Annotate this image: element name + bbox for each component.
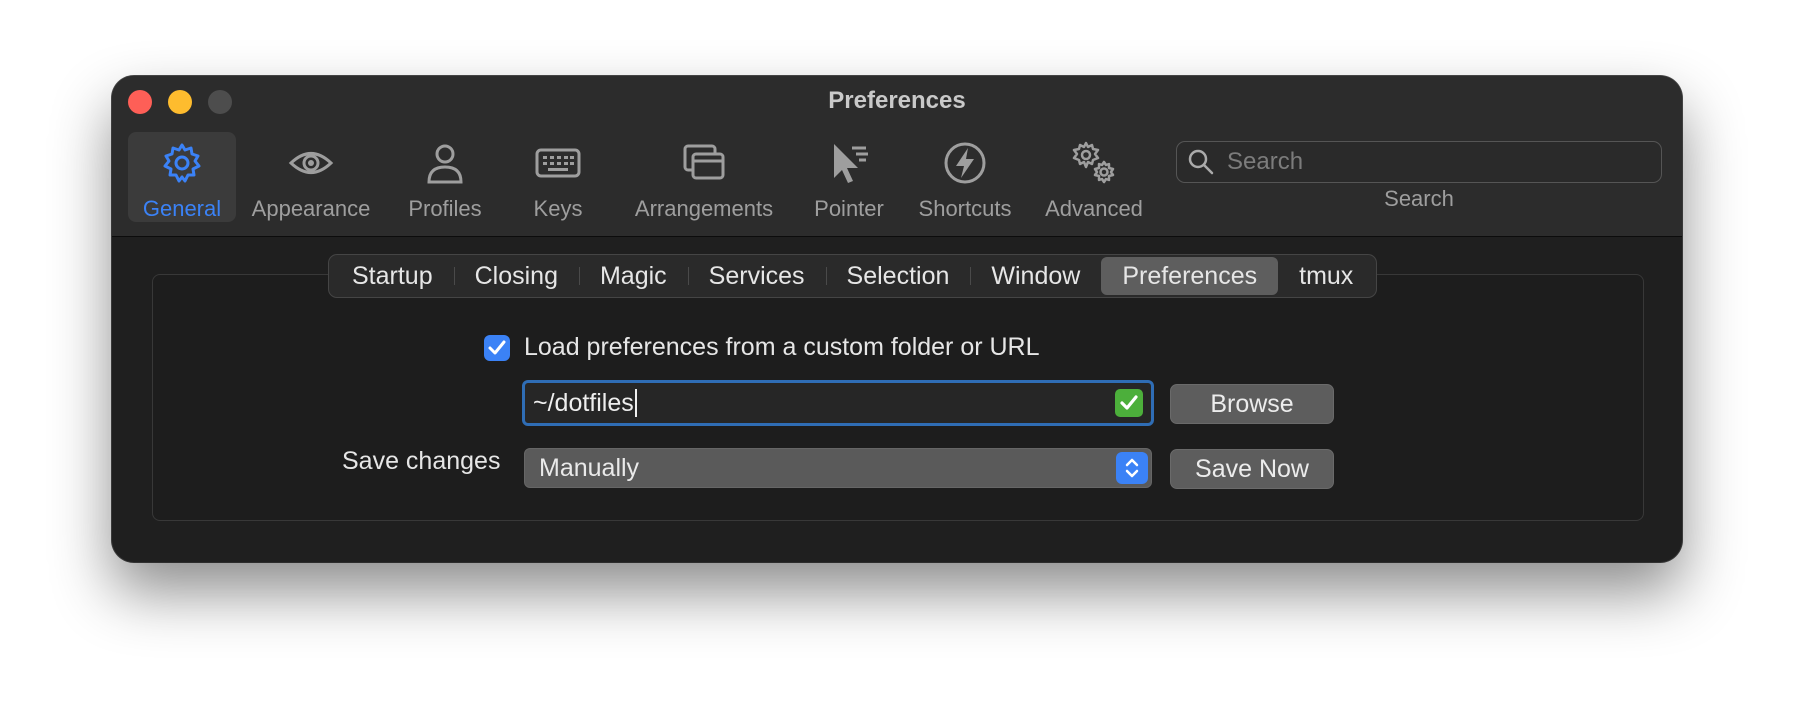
load-custom-label: Load preferences from a custom folder or…	[524, 333, 1040, 361]
search-caption: Search	[1384, 186, 1454, 211]
toolbar-item-label: Appearance	[251, 196, 371, 221]
toolbar-item-profiles[interactable]: Profiles	[402, 132, 488, 222]
person-icon	[427, 144, 463, 184]
keyboard-icon	[535, 148, 581, 178]
tab-closing[interactable]: Closing	[453, 257, 579, 295]
tab-tmux[interactable]: tmux	[1278, 257, 1374, 295]
tab-startup[interactable]: Startup	[331, 257, 454, 295]
search-input[interactable]	[1225, 147, 1649, 177]
toolbar-item-pointer[interactable]: Pointer	[806, 132, 892, 222]
custom-folder-value: ~/dotfiles	[533, 388, 634, 417]
toolbar: Preferences General Appearance Profiles …	[112, 76, 1682, 237]
save-now-button[interactable]: Save Now	[1170, 449, 1334, 489]
valid-check-icon	[1115, 389, 1143, 417]
gears-icon	[1072, 141, 1115, 184]
window-title: Preferences	[828, 87, 966, 114]
gear-icon	[163, 143, 201, 183]
toolbar-item-label: Arrangements	[634, 196, 774, 221]
windows-icon	[683, 144, 725, 180]
toolbar-item-label: General	[142, 196, 222, 221]
toolbar-item-label: Shortcuts	[918, 196, 1012, 221]
toolbar-item-appearance[interactable]: Appearance	[248, 132, 374, 222]
toolbar-item-label: Pointer	[814, 196, 884, 221]
toolbar-item-label: Profiles	[408, 196, 482, 221]
save-changes-select[interactable]: Manually	[524, 448, 1152, 488]
toolbar-item-shortcuts[interactable]: Shortcuts	[912, 132, 1018, 222]
toolbar-item-advanced[interactable]: Advanced	[1038, 132, 1150, 222]
updown-chevron-icon	[1116, 452, 1148, 484]
toolbar-item-keys[interactable]: Keys	[520, 132, 596, 222]
eye-icon	[288, 152, 334, 174]
tab-selection[interactable]: Selection	[825, 257, 971, 295]
save-changes-value: Manually	[539, 453, 640, 482]
custom-folder-field[interactable]: ~/dotfiles	[522, 380, 1154, 426]
tab-preferences[interactable]: Preferences	[1101, 257, 1279, 295]
preferences-window: Preferences General Appearance Profiles …	[112, 76, 1682, 562]
pointer-icon	[834, 144, 868, 183]
checkmark-icon	[488, 340, 506, 355]
search-field[interactable]	[1176, 141, 1662, 183]
tab-magic[interactable]: Magic	[578, 257, 688, 295]
toolbar-item-arrangements[interactable]: Arrangements	[626, 132, 782, 222]
toolbar-item-label: Keys	[533, 196, 583, 221]
lightning-icon	[944, 142, 986, 184]
browse-button[interactable]: Browse	[1170, 384, 1334, 424]
magnifier-icon	[1188, 149, 1214, 175]
save-changes-label: Save changes	[342, 447, 501, 475]
tab-services[interactable]: Services	[687, 257, 826, 295]
toolbar-item-label: Advanced	[1045, 196, 1143, 221]
subtab-bar: Startup Closing Magic Services Selection…	[328, 254, 1378, 298]
text-caret	[634, 389, 637, 417]
toolbar-item-general[interactable]: General	[128, 132, 236, 222]
tab-window[interactable]: Window	[970, 257, 1101, 295]
load-custom-checkbox[interactable]	[484, 335, 510, 361]
